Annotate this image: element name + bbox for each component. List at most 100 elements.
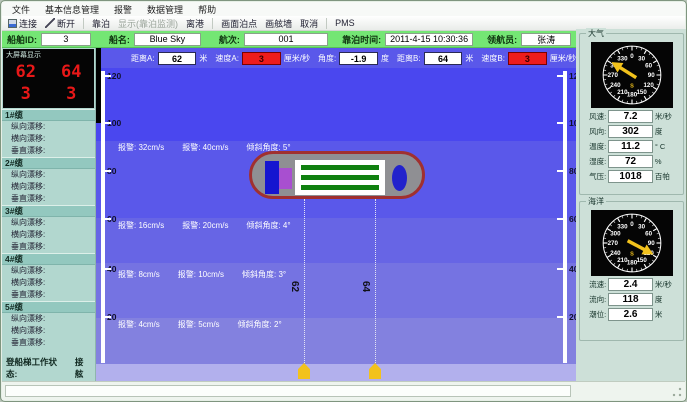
sidebar: 大屏幕显示 62 64 3 3 1#缆 纵向漂移: 横向漂移: 垂直漂移: 2#… xyxy=(2,48,96,381)
cargo-stripe xyxy=(301,175,379,180)
cancel-button[interactable]: 取消 xyxy=(300,17,318,30)
svg-text:180: 180 xyxy=(626,91,637,98)
axis-tick xyxy=(557,218,563,220)
cable-3-vertical-drift: 垂直漂移: xyxy=(2,241,95,253)
ship-id-field[interactable]: 3 xyxy=(41,33,91,46)
speed-a-value: 3 xyxy=(242,52,281,65)
distance-marker-label-b: 64 xyxy=(360,281,371,292)
svg-text:150: 150 xyxy=(636,257,647,264)
compass-dial-icon: 0 30 60 90 120 150 180 210 240 270 300 3… xyxy=(601,44,663,106)
pressure-label: 气压: xyxy=(583,171,606,182)
humidity-unit: % xyxy=(655,157,680,166)
svg-text:120: 120 xyxy=(643,82,654,89)
axis-tick xyxy=(105,218,111,220)
menu-file[interactable]: 文件 xyxy=(12,3,30,16)
berth-button[interactable]: 靠泊 xyxy=(92,17,110,30)
axis-tick-label: 60 xyxy=(569,214,576,224)
distance-line-b xyxy=(375,199,376,379)
svg-text:180: 180 xyxy=(626,259,637,266)
distance-a-unit: 米 xyxy=(199,53,207,64)
disconnect-button[interactable]: 断开 xyxy=(45,17,75,30)
cable-4-longitudinal-drift: 纵向漂移: xyxy=(2,265,95,277)
wind-direction-unit: 度 xyxy=(655,126,680,137)
pressure-value[interactable]: 1018 xyxy=(608,170,653,183)
menu-basic-info[interactable]: 基本信息管理 xyxy=(45,3,99,16)
wind-speed-unit: 米/秒 xyxy=(655,111,680,122)
compass-dial-icon: 0 30 60 90 120 150 180 210 240 270 300 3… xyxy=(601,212,663,274)
menu-data[interactable]: 数据管理 xyxy=(147,3,183,16)
tide-level-value[interactable]: 2.6 xyxy=(608,308,653,321)
svg-text:330: 330 xyxy=(617,56,628,63)
axis-tick xyxy=(105,75,111,77)
cable-2-vertical-drift: 垂直漂移: xyxy=(2,193,95,205)
gangway-label: 登船梯工作状态: xyxy=(6,356,65,380)
axis-tick-label: 100 xyxy=(569,118,576,128)
measurement-header: 距离A: 62 米 速度A: 3 厘米/秒 角度: -1.9 度 距离B: 64… xyxy=(96,48,576,68)
atmosphere-title: 大气 xyxy=(586,28,606,39)
axis-tick xyxy=(105,170,111,172)
toolbar-separator xyxy=(212,18,213,29)
current-speed-unit: 米/秒 xyxy=(655,279,680,290)
alarm-b: 报警: 10cm/s xyxy=(178,269,224,280)
connect-button[interactable]: 连接 xyxy=(8,17,37,30)
svg-text:S: S xyxy=(630,251,634,257)
current-direction-value[interactable]: 118 xyxy=(608,293,653,306)
resize-grip-icon[interactable] xyxy=(672,387,682,397)
svg-text:210: 210 xyxy=(617,89,628,96)
temperature-value[interactable]: 11.2 xyxy=(608,140,653,153)
display-speed-b: 3 xyxy=(66,83,76,105)
ship-name-label: 船名: xyxy=(109,33,130,46)
speed-a-label: 速度A: xyxy=(215,53,239,64)
svg-text:330: 330 xyxy=(617,224,628,231)
current-speed-value[interactable]: 2.4 xyxy=(608,278,653,291)
alarm-b: 报警: 40cm/s xyxy=(182,142,228,153)
pms-button[interactable]: PMS xyxy=(335,18,355,28)
axis-tick xyxy=(557,316,563,318)
gangway-value: 接舷 xyxy=(75,356,91,380)
draw-bulwark-button[interactable]: 画舷墙 xyxy=(265,17,292,30)
alarm-threshold-line: 报警: 16cm/s 报警: 20cm/s 倾斜角度: 4° xyxy=(118,220,291,231)
display-distance-a: 62 xyxy=(16,61,36,83)
wind-direction-value[interactable]: 302 xyxy=(608,125,653,138)
depart-button[interactable]: 离港 xyxy=(186,17,204,30)
cable-3-header: 3#缆 xyxy=(2,205,95,217)
wind-direction-label: 风向: xyxy=(583,126,606,137)
temperature-unit: ° C xyxy=(655,142,680,151)
svg-text:300: 300 xyxy=(610,231,621,238)
menu-alarm[interactable]: 报警 xyxy=(114,3,132,16)
alarm-threshold-line: 报警: 8cm/s 报警: 10cm/s 倾斜角度: 3° xyxy=(118,269,286,280)
cable-5-vertical-drift: 垂直漂移: xyxy=(2,337,95,349)
axis-tick-label: 120 xyxy=(569,71,576,81)
svg-text:240: 240 xyxy=(610,250,621,257)
tide-level-label: 潮位: xyxy=(583,309,606,320)
display-title: 大屏幕显示 xyxy=(3,49,94,61)
cable-4-header: 4#缆 xyxy=(2,253,95,265)
berth-time-field[interactable]: 2011-4-15 10:30:36 xyxy=(385,33,473,46)
alarm-a: 报警: 4cm/s xyxy=(118,319,160,330)
humidity-label: 湿度: xyxy=(583,156,606,167)
tilt-angle: 倾斜角度: 3° xyxy=(242,269,286,280)
draw-berth-point-button[interactable]: 画面泊点 xyxy=(221,17,257,30)
cable-2-header: 2#缆 xyxy=(2,157,95,169)
axis-tick xyxy=(557,122,563,124)
voyage-label: 航次: xyxy=(219,33,240,46)
cable-list: 1#缆 纵向漂移: 横向漂移: 垂直漂移: 2#缆 纵向漂移: 横向漂移: 垂直… xyxy=(2,109,95,349)
ship-deckhouse xyxy=(279,168,292,189)
alarm-b: 报警: 5cm/s xyxy=(178,319,220,330)
ship-name-field[interactable]: Blue Sky xyxy=(134,33,201,46)
humidity-value[interactable]: 72 xyxy=(608,155,653,168)
axis-tick xyxy=(105,268,111,270)
svg-text:30: 30 xyxy=(638,56,645,63)
cable-1-header: 1#缆 xyxy=(2,109,95,121)
pilot-label: 领航员: xyxy=(487,33,517,46)
menu-help[interactable]: 帮助 xyxy=(198,3,216,16)
current-direction-gauge: 0 30 60 90 120 150 180 210 240 270 300 3… xyxy=(591,210,673,276)
chart-band xyxy=(96,364,576,381)
voyage-field[interactable]: 001 xyxy=(244,33,328,46)
wind-speed-value[interactable]: 7.2 xyxy=(608,110,653,123)
toolbar-separator xyxy=(326,18,327,29)
pilot-field[interactable]: 张涛 xyxy=(521,33,571,46)
show-berth-monitor-button[interactable]: 显示(靠泊监测) xyxy=(118,17,178,30)
cable-2-lateral-drift: 横向漂移: xyxy=(2,181,95,193)
alarm-a: 报警: 8cm/s xyxy=(118,269,160,280)
